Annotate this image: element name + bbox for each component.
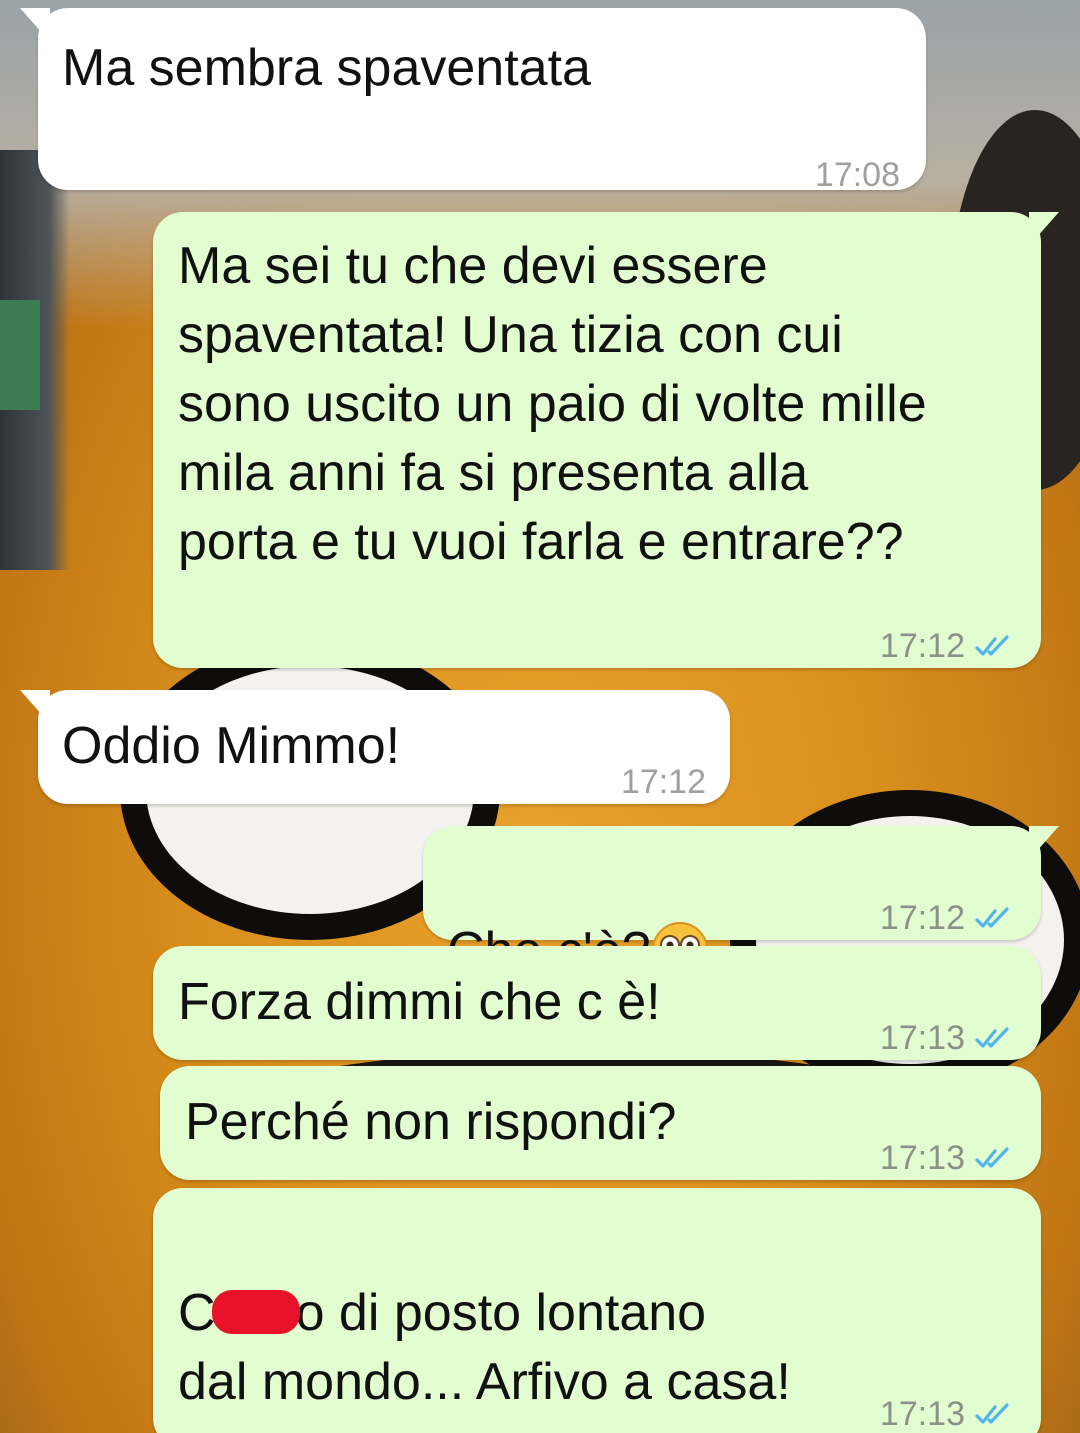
message-bubble-outgoing[interactable]: Che c'è? 17:12 — [423, 826, 1059, 980]
message-timestamp: 17:08 — [814, 156, 900, 194]
message-meta: 17:13 — [880, 1004, 1019, 1073]
message-meta: 17:13 — [880, 1124, 1019, 1193]
message-text: Co di posto lontano dal mondo... Arfivo a… — [178, 1210, 791, 1417]
bubble-tail — [1029, 212, 1059, 246]
message-meta: 17:12 — [621, 748, 706, 817]
message-timestamp: 17:13 — [879, 1139, 965, 1177]
message-text: Ma sei tu che devi essere spaventata! Un… — [178, 237, 927, 571]
message-text: Forza dimmi che c è! — [178, 973, 661, 1031]
message-text: Ma sembra spaventata — [62, 39, 591, 97]
read-icon — [975, 1402, 1009, 1424]
bubble-tail — [1029, 826, 1059, 860]
bubble-tail — [20, 690, 50, 724]
message-bubble-incoming[interactable]: Oddio Mimmo! 17:12 — [20, 690, 730, 804]
message-bubble-outgoing[interactable]: Ma sei tu che devi essere spaventata! Un… — [153, 212, 1059, 668]
message-text-before-redaction: C — [178, 1284, 216, 1342]
message-timestamp: 17:13 — [879, 1395, 965, 1433]
message-text: Perché non rispondi? — [185, 1093, 677, 1151]
message-timestamp: 17:13 — [879, 1019, 965, 1057]
message-bubble-outgoing[interactable]: Perché non rispondi? 17:13 — [160, 1066, 1041, 1180]
message-timestamp: 17:12 — [879, 899, 965, 937]
message-timestamp: 17:12 — [620, 763, 706, 801]
message-meta: 17:12 — [880, 612, 1019, 681]
message-text-after-redaction: o di posto lontano — [295, 1284, 707, 1342]
redaction-mark — [211, 1290, 300, 1335]
message-bubble-outgoing[interactable]: Co di posto lontano dal mondo... Arfivo a… — [153, 1188, 1041, 1433]
message-meta: 17:13 — [880, 1380, 1019, 1433]
message-bubble-incoming[interactable]: Ma sembra spaventata 17:08 — [20, 8, 926, 194]
read-icon — [975, 1146, 1009, 1168]
message-meta: 17:08 — [815, 141, 900, 210]
bubble-tail — [20, 8, 50, 42]
wallpaper-green-object — [0, 300, 40, 410]
message-text-line2: dal mondo... Arfivo a casa! — [178, 1353, 791, 1411]
read-icon — [975, 1026, 1009, 1048]
read-icon — [975, 634, 1009, 656]
message-meta: 17:12 — [880, 884, 1019, 953]
message-timestamp: 17:12 — [879, 627, 965, 665]
message-bubble-outgoing[interactable]: Forza dimmi che c è! 17:13 — [153, 946, 1041, 1060]
message-text: Oddio Mimmo! — [62, 717, 401, 775]
read-icon — [975, 906, 1009, 928]
